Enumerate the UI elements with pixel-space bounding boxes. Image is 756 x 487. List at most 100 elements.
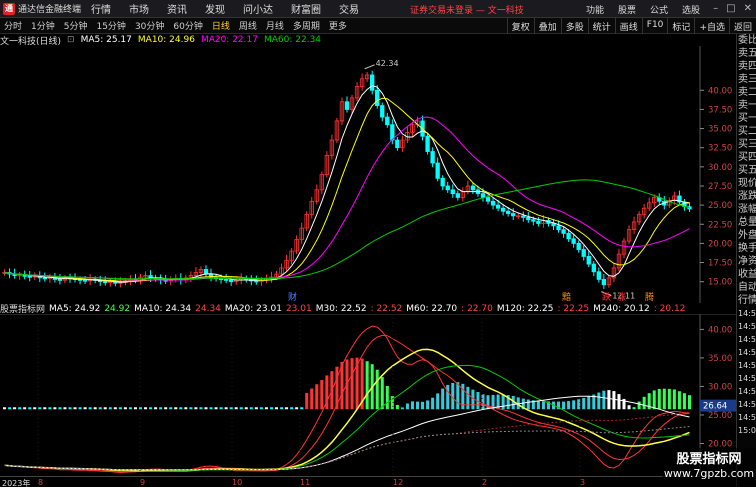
tool-button-7[interactable]: +自选 xyxy=(694,18,729,34)
candle xyxy=(395,139,400,149)
event-marker: 跌 xyxy=(602,292,611,303)
period-tab-0[interactable]: 分时 xyxy=(4,19,22,32)
price-axis-label: 32.50 xyxy=(708,144,732,154)
sub-header-value: MA5: 24.92 xyxy=(49,303,101,314)
period-tab-1[interactable]: 1分钟 xyxy=(31,19,55,32)
period-tab-7[interactable]: 周线 xyxy=(239,19,257,32)
time-axis: 2023年 8 9 10 11 12 2 3 xyxy=(0,476,700,487)
title-bar: 通 通达信金融终端 行情 市场 资讯 发现 问小达 财富圈 交易 证券交易未登录 — 文一科… xyxy=(0,0,756,18)
price-axis-label: 30.00 xyxy=(708,163,732,173)
right-menu-item-0[interactable]: 功能 xyxy=(586,3,604,16)
trade-login-notice[interactable]: 证券交易未登录 — 文一科技 xyxy=(410,3,524,16)
candle xyxy=(500,207,506,212)
quote-panel-item: 总量 xyxy=(738,217,756,228)
quote-panel-item: 卖三 xyxy=(738,74,756,85)
ma20-value: MA20: 22.17 xyxy=(200,35,258,45)
sub-header-value: M60: 22.70 xyxy=(406,303,458,314)
quote-panel-item: 15:00 xyxy=(738,426,756,435)
right-menu-item-2[interactable]: 公式 xyxy=(650,3,668,16)
candle xyxy=(430,151,435,164)
price-axis-label: 40.00 xyxy=(708,86,732,96)
quote-panel-item: 14:51 xyxy=(738,335,756,344)
sub-header-value: : 22.70 xyxy=(461,303,493,314)
period-tab-8[interactable]: 月线 xyxy=(266,19,284,32)
quote-panel-item: 买一 xyxy=(738,113,756,124)
candle xyxy=(536,220,541,224)
right-menu-item-1[interactable]: 股票 xyxy=(618,3,636,16)
period-tab-10[interactable]: 更多 xyxy=(329,19,347,32)
candle xyxy=(380,105,385,118)
sub-axis-label: 40.00 xyxy=(708,325,732,335)
candle xyxy=(511,213,516,217)
candle xyxy=(490,200,496,206)
candle xyxy=(596,271,601,280)
candle xyxy=(586,256,591,265)
quote-panel-item: 14:52 xyxy=(738,348,756,357)
quote-panel-item: 14:57 xyxy=(738,413,756,422)
quote-panel-item: 涨幅 xyxy=(738,204,756,215)
quote-panel-item: 买二 xyxy=(738,126,756,137)
ma-settings-icon[interactable]: ⊡ xyxy=(67,35,75,45)
candle xyxy=(103,281,108,284)
quote-panel-item: 14:50 xyxy=(738,309,756,318)
close-icon[interactable]: ✕ xyxy=(744,3,752,14)
main-menu: 行情 市场 资讯 发现 问小达 财富圈 交易 xyxy=(91,1,377,16)
quote-panel-item: 14:56 xyxy=(738,400,756,409)
candle xyxy=(435,162,440,179)
tool-button-8[interactable]: 返回 xyxy=(728,18,756,34)
candle xyxy=(480,193,486,198)
candlestick-chart[interactable]: 15.00 17.50 20.00 22.50 25.00 27.50 30.00 32.50… xyxy=(0,46,736,303)
time-axis-label: 9 xyxy=(140,478,146,487)
period-tab-6[interactable]: 日线 xyxy=(212,19,230,32)
tool-button-0[interactable]: 复权 xyxy=(506,18,534,34)
menu-item-0[interactable]: 行情 xyxy=(91,1,111,16)
tool-button-6[interactable]: 标记 xyxy=(667,18,694,34)
candle xyxy=(591,263,596,273)
candle xyxy=(370,74,375,91)
sub-axis-label: 30.00 xyxy=(708,382,732,392)
candle xyxy=(506,210,511,214)
menu-item-5[interactable]: 财富圈 xyxy=(291,1,321,16)
candle xyxy=(485,197,491,202)
ma10-value: MA10: 24.96 xyxy=(137,35,195,45)
menu-item-4[interactable]: 问小达 xyxy=(243,1,273,16)
menu-item-1[interactable]: 市场 xyxy=(129,1,149,16)
candle xyxy=(425,135,430,152)
period-tab-2[interactable]: 5分钟 xyxy=(64,19,88,32)
tool-button-5[interactable]: F10 xyxy=(641,18,668,34)
period-tab-9[interactable]: 多周期 xyxy=(293,19,320,32)
right-menu-item-3[interactable]: 选股 xyxy=(682,3,700,16)
candle xyxy=(218,278,224,281)
candle xyxy=(450,189,455,195)
candle xyxy=(531,219,536,222)
maximize-icon[interactable]: □ xyxy=(726,3,735,14)
indicator-chart[interactable]: 20.0025.0030.0035.0040.0026.64 xyxy=(0,314,736,476)
sub-header-value: M240: 20.12 xyxy=(593,303,650,314)
period-tab-5[interactable]: 60分钟 xyxy=(173,19,202,32)
menu-item-2[interactable]: 资讯 xyxy=(167,1,187,16)
candle xyxy=(375,89,380,106)
event-marker: 黯 xyxy=(562,291,571,303)
time-axis-label: 12 xyxy=(393,478,404,487)
period-tab-3[interactable]: 15分钟 xyxy=(96,19,125,32)
quote-panel-item: 委比 xyxy=(738,35,756,46)
candle xyxy=(228,279,234,283)
watermark-title: 股票指标网 xyxy=(676,452,742,467)
candle xyxy=(526,216,531,221)
event-marker: 腾 xyxy=(645,291,654,303)
price-axis-label: 37.50 xyxy=(708,105,732,115)
tool-button-1[interactable]: 叠加 xyxy=(533,18,561,34)
sub-price-label: 26.64 xyxy=(703,402,727,412)
tool-button-4[interactable]: 画线 xyxy=(614,18,642,34)
minimize-icon[interactable]: – xyxy=(713,3,718,14)
menu-item-6[interactable]: 交易 xyxy=(339,1,359,16)
event-marker: 财 xyxy=(288,291,297,303)
quote-panel-item: 买四 xyxy=(738,152,756,163)
menu-item-3[interactable]: 发现 xyxy=(205,1,225,16)
tool-button-3[interactable]: 统计 xyxy=(587,18,615,34)
time-axis-label: 2 xyxy=(482,478,488,487)
tool-button-2[interactable]: 多股 xyxy=(560,18,588,34)
candle xyxy=(223,278,229,281)
period-tab-4[interactable]: 30分钟 xyxy=(135,19,164,32)
quote-panel-item: 买三 xyxy=(738,139,756,150)
